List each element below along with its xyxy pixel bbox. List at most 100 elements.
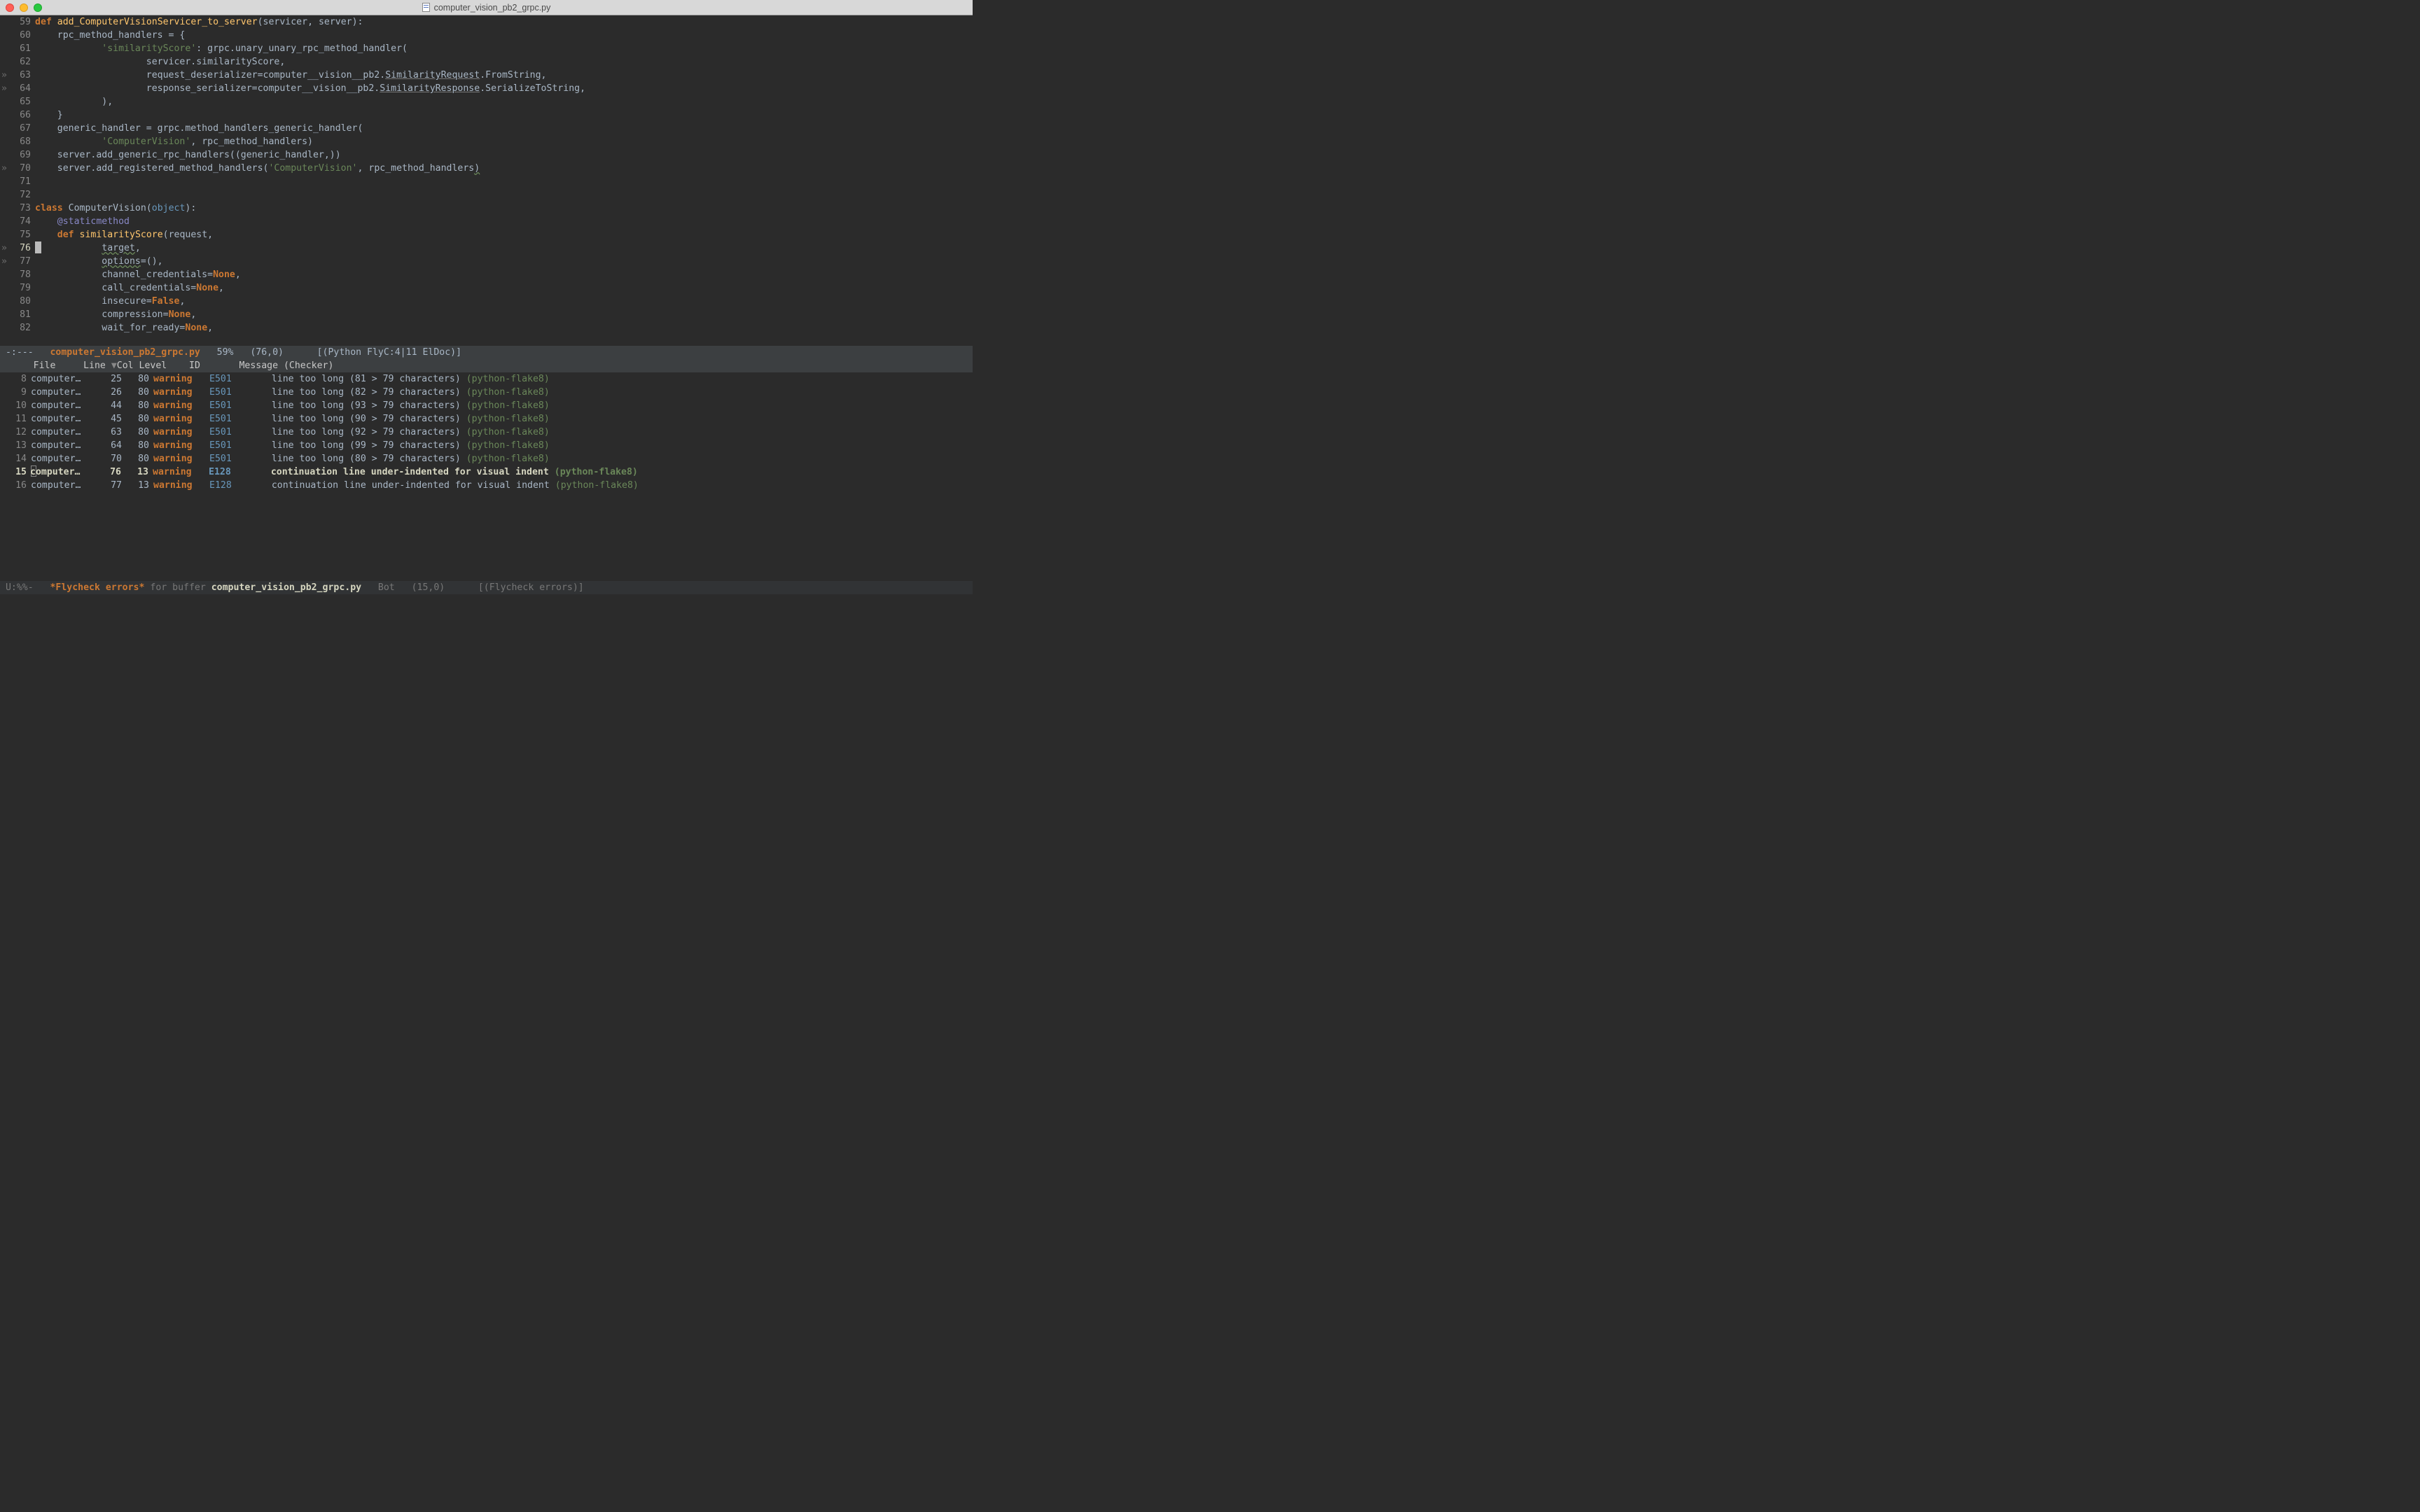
line-number: 59 <box>8 15 35 29</box>
cell-checker: (python-flake8) <box>555 467 638 477</box>
cell-level: warning <box>153 372 209 386</box>
buffer-state: -:--- <box>0 346 50 359</box>
for-buffer-label: for buffer <box>144 581 211 594</box>
code-line[interactable]: 75 def similarityScore(request, <box>0 228 973 241</box>
line-number: 80 <box>8 295 35 308</box>
scroll-percent: 59% <box>200 346 250 359</box>
minimize-icon[interactable] <box>20 4 28 12</box>
col-col[interactable]: Col <box>117 359 139 372</box>
row-number: 10 <box>8 399 31 412</box>
code-line[interactable]: 78 channel_credentials=None, <box>0 268 973 281</box>
cell-col: 80 <box>122 372 153 386</box>
code-line[interactable]: 80 insecure=False, <box>0 295 973 308</box>
window-title: computer_vision_pb2_grpc.py <box>434 1 551 14</box>
cell-level: warning <box>153 439 209 452</box>
fringe-marker <box>0 95 8 108</box>
code-line[interactable]: 81 compression=None, <box>0 308 973 321</box>
cell-checker: (python-flake8) <box>466 374 550 384</box>
code-text: } <box>35 108 973 122</box>
col-message[interactable]: Message (Checker) <box>239 359 333 372</box>
col-file[interactable]: File <box>34 359 83 372</box>
flycheck-row[interactable]: 14computer… 7080warningE501 line too lon… <box>0 452 973 465</box>
code-line[interactable]: 59def add_ComputerVisionServicer_to_serv… <box>0 15 973 29</box>
code-line[interactable]: 71 <box>0 175 973 188</box>
close-icon[interactable] <box>6 4 14 12</box>
fringe <box>0 399 8 412</box>
row-number: 11 <box>8 412 31 426</box>
cell-col: 80 <box>122 439 153 452</box>
fringe <box>0 465 8 479</box>
col-id[interactable]: ID <box>189 359 239 372</box>
modeline-bottom[interactable]: U:%%- *Flycheck errors* for buffer compu… <box>0 581 973 594</box>
code-line[interactable]: »76 target, <box>0 241 973 255</box>
flycheck-row[interactable]: 11computer… 4580warningE501 line too lon… <box>0 412 973 426</box>
cell-id: E501 <box>209 412 255 426</box>
line-number: 78 <box>8 268 35 281</box>
mode-indicator: [(Python FlyC:4|11 ElDoc)] <box>317 346 461 359</box>
flycheck-row[interactable]: 12computer… 6380warningE501 line too lon… <box>0 426 973 439</box>
cell-id: E501 <box>209 439 255 452</box>
code-text: ), <box>35 95 973 108</box>
code-line[interactable]: 73class ComputerVision(object): <box>0 202 973 215</box>
code-line[interactable]: 69 server.add_generic_rpc_handlers((gene… <box>0 148 973 162</box>
zoom-icon[interactable] <box>34 4 42 12</box>
code-line[interactable]: »64 response_serializer=computer__vision… <box>0 82 973 95</box>
code-line[interactable]: 65 ), <box>0 95 973 108</box>
col-line[interactable]: Line <box>83 359 111 372</box>
cell-checker: (python-flake8) <box>555 480 639 491</box>
line-number: 60 <box>8 29 35 42</box>
flycheck-row[interactable]: 9computer… 2680warningE501 line too long… <box>0 386 973 399</box>
code-text: 'ComputerVision', rpc_method_handlers) <box>35 135 973 148</box>
code-line[interactable]: 66 } <box>0 108 973 122</box>
flycheck-error-list[interactable]: 8computer… 2580warningE501 line too long… <box>0 372 973 581</box>
fringe-marker: » <box>0 255 8 268</box>
line-number: 69 <box>8 148 35 162</box>
fringe-marker <box>0 42 8 55</box>
code-line[interactable]: 61 'similarityScore': grpc.unary_unary_r… <box>0 42 973 55</box>
flycheck-row[interactable]: 16computer… 7713warningE128 continuation… <box>0 479 973 492</box>
code-line[interactable]: 74 @staticmethod <box>0 215 973 228</box>
code-line[interactable]: »70 server.add_registered_method_handler… <box>0 162 973 175</box>
fringe-marker <box>0 281 8 295</box>
col-level[interactable]: Level <box>139 359 189 372</box>
code-text: generic_handler = grpc.method_handlers_g… <box>35 122 973 135</box>
line-number: 64 <box>8 82 35 95</box>
code-text: target, <box>35 241 973 255</box>
code-text: def add_ComputerVisionServicer_to_server… <box>35 15 973 29</box>
code-line[interactable]: 62 servicer.similarityScore, <box>0 55 973 69</box>
cell-line: 70 <box>97 452 122 465</box>
code-line[interactable]: 68 'ComputerVision', rpc_method_handlers… <box>0 135 973 148</box>
cell-checker: (python-flake8) <box>466 400 550 411</box>
cell-message: line too long (82 > 79 characters) (pyth… <box>255 386 550 399</box>
code-line[interactable]: 79 call_credentials=None, <box>0 281 973 295</box>
cell-id: E501 <box>209 399 255 412</box>
flycheck-header[interactable]: File Line ▼ Col Level ID Message (Checke… <box>0 359 973 372</box>
flycheck-row[interactable]: 10computer… 4480warningE501 line too lon… <box>0 399 973 412</box>
cell-file: computer… <box>31 386 97 399</box>
code-line[interactable]: »77 options=(), <box>0 255 973 268</box>
cell-checker: (python-flake8) <box>466 414 550 424</box>
code-line[interactable]: 67 generic_handler = grpc.method_handler… <box>0 122 973 135</box>
row-number: 8 <box>8 372 31 386</box>
code-text: servicer.similarityScore, <box>35 55 973 69</box>
modeline-top[interactable]: -:--- computer_vision_pb2_grpc.py 59% (7… <box>0 346 973 359</box>
flycheck-row[interactable]: 13computer… 6480warningE501 line too lon… <box>0 439 973 452</box>
cell-line: 77 <box>97 479 122 492</box>
flycheck-row[interactable]: 15computer… 7613warningE128 continuation… <box>0 465 973 479</box>
code-line[interactable]: 60 rpc_method_handlers = { <box>0 29 973 42</box>
document-icon <box>422 3 430 12</box>
fringe-marker <box>0 55 8 69</box>
flycheck-row[interactable]: 8computer… 2580warningE501 line too long… <box>0 372 973 386</box>
code-line[interactable]: 82 wait_for_ready=None, <box>0 321 973 335</box>
line-number: 79 <box>8 281 35 295</box>
cell-file: computer… <box>31 412 97 426</box>
cursor-position: (15,0) <box>412 581 478 594</box>
fringe-marker: » <box>0 162 8 175</box>
cell-file: computer… <box>31 452 97 465</box>
fringe-marker <box>0 148 8 162</box>
row-number: 15 <box>8 465 31 479</box>
code-editor[interactable]: 59def add_ComputerVisionServicer_to_serv… <box>0 15 973 346</box>
code-line[interactable]: »63 request_deserializer=computer__visio… <box>0 69 973 82</box>
fringe <box>0 439 8 452</box>
code-line[interactable]: 72 <box>0 188 973 202</box>
